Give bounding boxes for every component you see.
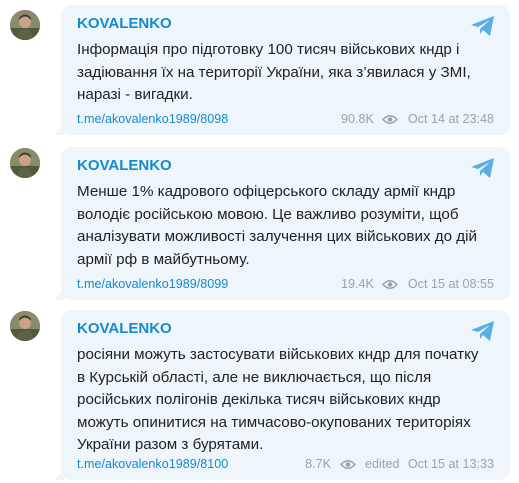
author-name[interactable]: KOVALENKO xyxy=(77,13,172,35)
message-date: Oct 15 at 13:33 xyxy=(407,457,494,471)
channel-avatar[interactable] xyxy=(10,10,40,40)
message-meta: t.me/akovalenko1989/8099 19.4K Oct 15 at… xyxy=(77,276,494,292)
message-link[interactable]: t.me/akovalenko1989/8099 xyxy=(77,277,228,291)
message-date: Oct 15 at 08:55 xyxy=(407,277,494,291)
telegram-plane-icon[interactable] xyxy=(470,14,496,38)
channel-avatar[interactable] xyxy=(10,311,40,341)
view-count: 90.8K xyxy=(340,112,374,126)
message-link[interactable]: t.me/akovalenko1989/8098 xyxy=(77,112,228,126)
message-link[interactable]: t.me/akovalenko1989/8100 xyxy=(77,457,228,471)
channel-avatar[interactable] xyxy=(10,148,40,178)
message-meta: t.me/akovalenko1989/8098 90.8K Oct 14 at… xyxy=(77,111,494,127)
author-name[interactable]: KOVALENKO xyxy=(77,318,172,340)
message-bubble: KOVALENKO росіяни можуть застосувати вій… xyxy=(54,310,510,480)
view-count: 8.7K xyxy=(305,457,332,471)
message-text: Інформація про підготовку 100 тисяч війс… xyxy=(77,41,471,103)
eye-icon xyxy=(382,280,399,289)
edited-label: edited xyxy=(365,457,400,471)
telegram-plane-icon[interactable] xyxy=(470,319,496,343)
message-text: Менше 1% кадрового офіцерського складу а… xyxy=(77,183,478,268)
message-date: Oct 14 at 23:48 xyxy=(407,112,494,126)
eye-icon xyxy=(382,115,399,124)
message-bubble: KOVALENKO Інформація про підготовку 100 … xyxy=(54,5,510,135)
message-meta: t.me/akovalenko1989/8100 8.7K edited Oct… xyxy=(77,456,494,472)
telegram-plane-icon[interactable] xyxy=(470,156,496,180)
eye-icon xyxy=(339,460,356,469)
view-count: 19.4K xyxy=(340,277,374,291)
message-text: росіяни можуть застосувати військових кн… xyxy=(77,346,479,453)
author-name[interactable]: KOVALENKO xyxy=(77,155,172,177)
message-bubble: KOVALENKO Менше 1% кадрового офіцерськог… xyxy=(54,147,510,300)
